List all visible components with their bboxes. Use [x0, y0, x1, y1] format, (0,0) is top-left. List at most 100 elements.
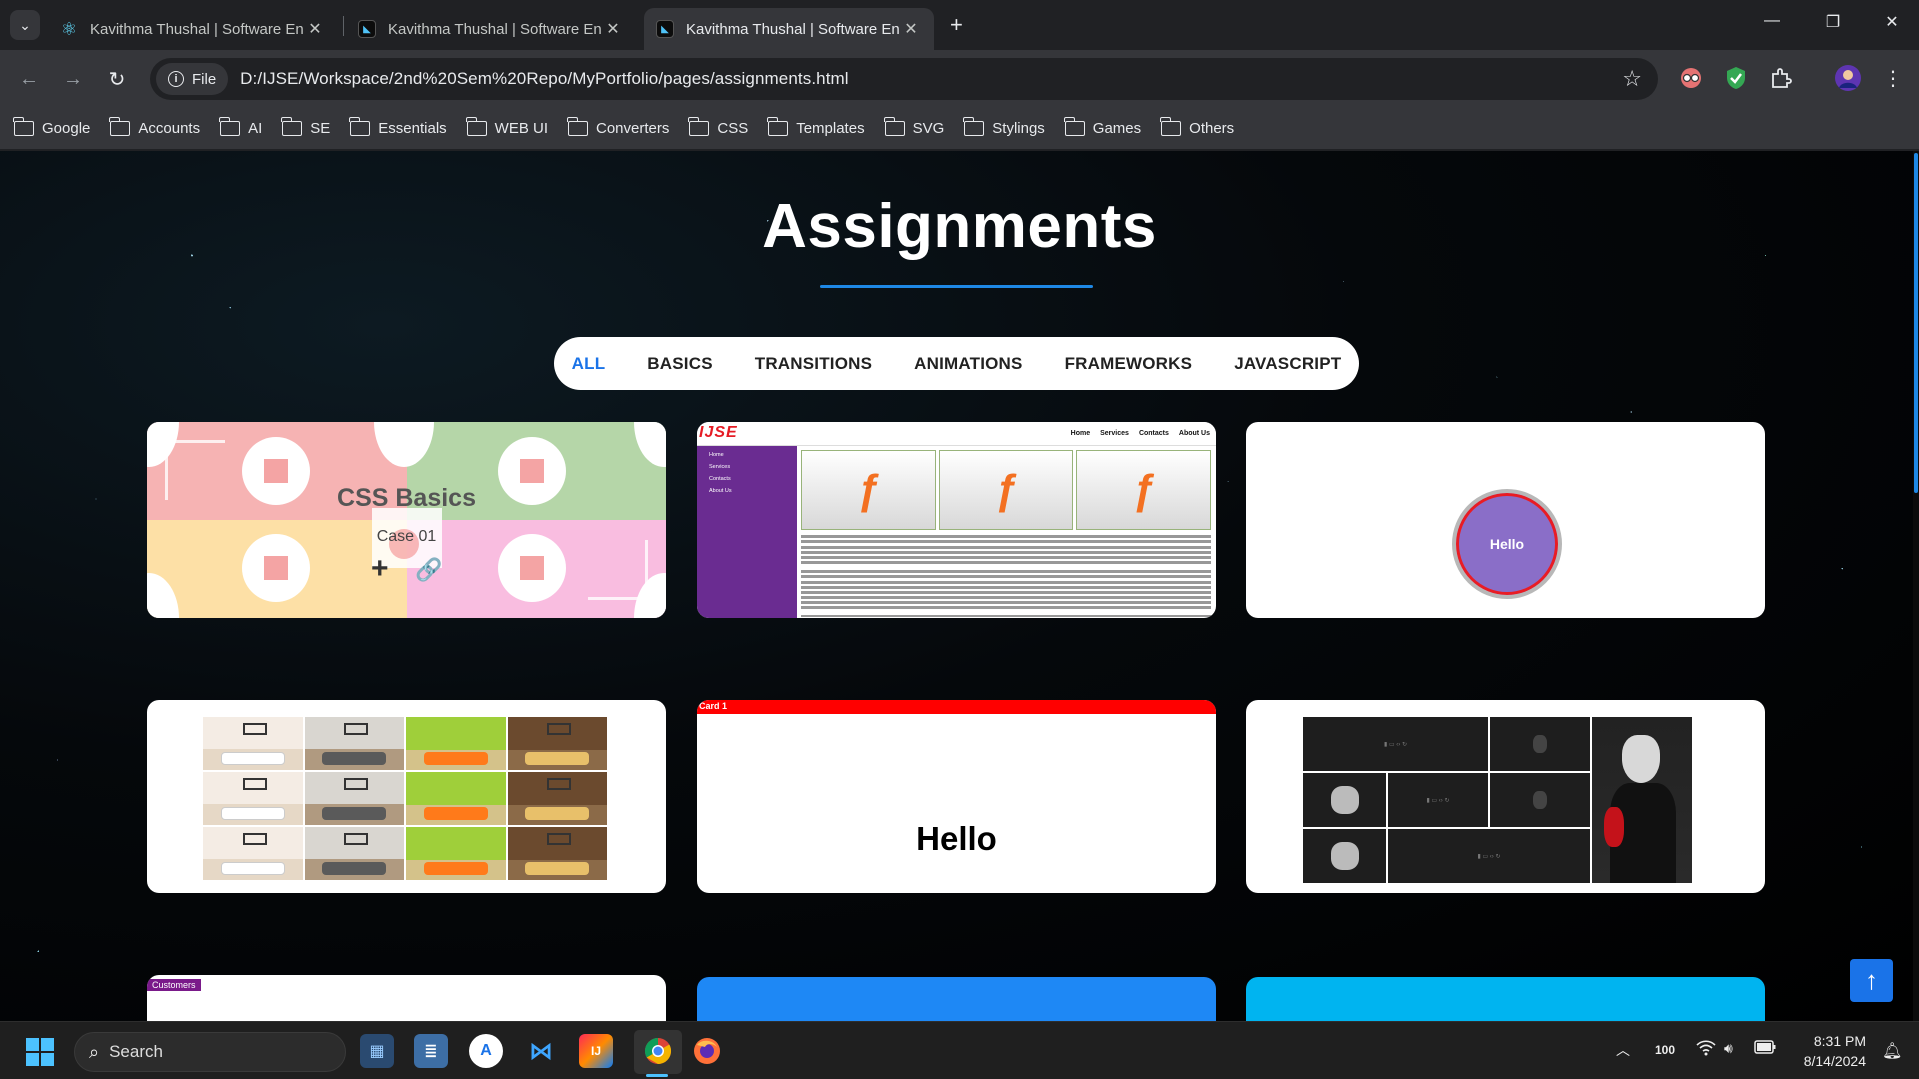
tab-3-active[interactable]: ◣ Kavithma Thushal | Software Engineer ✕ [644, 8, 934, 50]
scrollbar[interactable] [1913, 151, 1919, 1021]
bookmark-folder[interactable]: Stylings [963, 117, 1045, 137]
preview-nav-item: Home [1070, 430, 1091, 437]
portfolio-icon: ◣ [358, 20, 376, 38]
intellij-icon[interactable]: IJ [579, 1034, 613, 1068]
ijse-logo: IJSE [699, 424, 738, 441]
bookmark-star-icon[interactable]: ☆ [1622, 66, 1642, 92]
folder-icon [963, 117, 985, 136]
preview-header: IJSE Home Services Contacts About Us [697, 422, 1216, 446]
filter-bar: ALL BASICS TRANSITIONS ANIMATIONS FRAMEW… [554, 337, 1359, 390]
window-close-button[interactable]: ✕ [1872, 12, 1912, 32]
bookmark-folder[interactable]: AI [219, 117, 263, 137]
bookmark-label: SVG [912, 120, 945, 137]
chrome-icon[interactable] [641, 1034, 675, 1068]
assignment-card-css-basics[interactable]: CSS Basics Case 01 + 🔗 [147, 422, 666, 618]
folder-icon [109, 117, 131, 136]
tray-overflow-chevron-icon[interactable]: ︿ [1616, 1040, 1630, 1060]
taskbar-search[interactable]: ⌕ Search [74, 1032, 346, 1072]
page-viewport[interactable]: Assignments ALL BASICS TRANSITIONS ANIMA… [0, 151, 1919, 1021]
preview-sidebar: Home Services Contacts About Us [697, 446, 797, 618]
filter-basics[interactable]: BASICS [647, 354, 712, 374]
bookmark-label: Essentials [378, 120, 447, 137]
gallery-image [507, 772, 607, 825]
tab-1[interactable]: ⚛ Kavithma Thushal | Software Engineer ✕ [48, 8, 338, 50]
assignment-card-ijse-site[interactable]: IJSE Home Services Contacts About Us Hom… [697, 422, 1216, 618]
bookmark-folder[interactable]: SE [281, 117, 330, 137]
filter-transitions[interactable]: TRANSITIONS [755, 354, 872, 374]
bookmark-label: AI [248, 120, 263, 137]
extensions-puzzle-icon[interactable] [1768, 65, 1794, 91]
system-clock[interactable]: 8:31 PM 8/14/2024 [1790, 1031, 1866, 1071]
new-tab-button[interactable]: + [950, 12, 963, 38]
assignment-card-customers[interactable]: Customers [147, 975, 666, 1021]
close-icon[interactable]: ✕ [900, 19, 922, 39]
assignment-card-cyan[interactable] [1246, 977, 1765, 1021]
bookmark-folder[interactable]: CSS [688, 117, 748, 137]
bookmarks-bar: Google Accounts AI SE Essentials WEB UI … [0, 108, 1919, 150]
tab-title: Kavithma Thushal | Software Engineer [388, 20, 602, 38]
url-text[interactable]: D:/IJSE/Workspace/2nd%20Sem%20Repo/MyPor… [240, 69, 848, 89]
folder-icon [767, 117, 789, 136]
bookmark-folder[interactable]: Games [1063, 117, 1142, 137]
battery-icon[interactable] [1754, 1040, 1776, 1057]
photos-app-icon[interactable]: ▦ [360, 1034, 394, 1068]
reload-button[interactable]: ↻ [102, 64, 132, 94]
bookmark-folder[interactable]: Templates [767, 117, 865, 137]
bookmark-label: Others [1189, 120, 1235, 137]
site-info-chip[interactable]: i File [156, 63, 229, 95]
bookmark-folder[interactable]: WEB UI [465, 117, 548, 137]
bookmark-label: Games [1092, 120, 1142, 137]
bookmark-folder[interactable]: Google [13, 117, 91, 137]
gallery-grid [203, 717, 607, 880]
extension-glasses-icon[interactable] [1678, 65, 1704, 91]
avatar[interactable] [1835, 65, 1861, 91]
bookmark-folder[interactable]: Converters [567, 117, 669, 137]
notepad-app-icon[interactable]: ≣ [414, 1034, 448, 1068]
app-store-icon[interactable]: A [469, 1034, 503, 1068]
assignment-card-gallery[interactable] [147, 700, 666, 893]
filter-javascript[interactable]: JAVASCRIPT [1234, 354, 1341, 374]
back-button[interactable]: ← [14, 64, 44, 94]
close-icon[interactable]: ✕ [602, 19, 624, 39]
filter-frameworks[interactable]: FRAMEWORKS [1065, 354, 1193, 374]
firefox-icon[interactable] [690, 1034, 724, 1068]
minimize-button[interactable]: — [1752, 12, 1792, 30]
bookmark-folder[interactable]: Essentials [349, 117, 447, 137]
mask-portrait-image [1592, 717, 1692, 883]
shield-icon[interactable] [1723, 65, 1749, 91]
bookmark-label: Google [42, 120, 91, 137]
link-icon[interactable]: 🔗 [415, 557, 442, 583]
title-underline [820, 285, 1093, 288]
restore-button[interactable]: ❐ [1813, 12, 1853, 32]
tab-2[interactable]: ◣ Kavithma Thushal | Software Engineer ✕ [346, 8, 636, 50]
grid-tile [1490, 773, 1590, 827]
preview-side-item: About Us [709, 488, 732, 494]
notification-bell-icon[interactable]: 🔔︎ [1882, 1041, 1902, 1061]
browser-menu-icon[interactable]: ⋮ [1880, 65, 1906, 91]
windows-start-icon[interactable] [26, 1038, 54, 1066]
assignment-card-hello[interactable]: Card 1 Hello [697, 700, 1216, 893]
volume-icon[interactable]: 🔊︎ [1724, 1040, 1733, 1057]
plus-icon[interactable]: + [371, 552, 389, 586]
frame-corner [588, 540, 648, 600]
vscode-icon[interactable]: ⋈ [524, 1034, 558, 1068]
search-placeholder: Search [109, 1042, 163, 1061]
close-icon[interactable]: ✕ [304, 19, 326, 39]
filter-all[interactable]: ALL [572, 354, 606, 374]
scroll-to-top-button[interactable]: ↑ [1850, 959, 1893, 1002]
forward-button[interactable]: → [58, 64, 88, 94]
bookmark-folder[interactable]: Accounts [109, 117, 200, 137]
assignment-card-hello-circle[interactable]: Hello [1246, 422, 1765, 618]
grid-tile: ▮ ▭ ‹› ↻ [1303, 717, 1488, 771]
tab-search-button[interactable]: ⌄ [10, 10, 40, 40]
folder-icon [349, 117, 371, 136]
assignment-card-blue[interactable] [697, 977, 1216, 1021]
page-title: Assignments [762, 192, 1157, 261]
preview-nav-item: Services [1100, 430, 1129, 437]
bookmark-folder[interactable]: SVG [883, 117, 945, 137]
assignment-card-dark-grid[interactable]: ▮ ▭ ‹› ↻ ▮ ▭ ‹› ↻ ▮ ▭ ‹› ↻ [1246, 700, 1765, 893]
address-bar[interactable]: i File D:/IJSE/Workspace/2nd%20Sem%20Rep… [150, 58, 1658, 100]
bookmark-folder[interactable]: Others [1160, 117, 1235, 137]
wifi-icon[interactable] [1696, 1040, 1716, 1059]
filter-animations[interactable]: ANIMATIONS [914, 354, 1022, 374]
